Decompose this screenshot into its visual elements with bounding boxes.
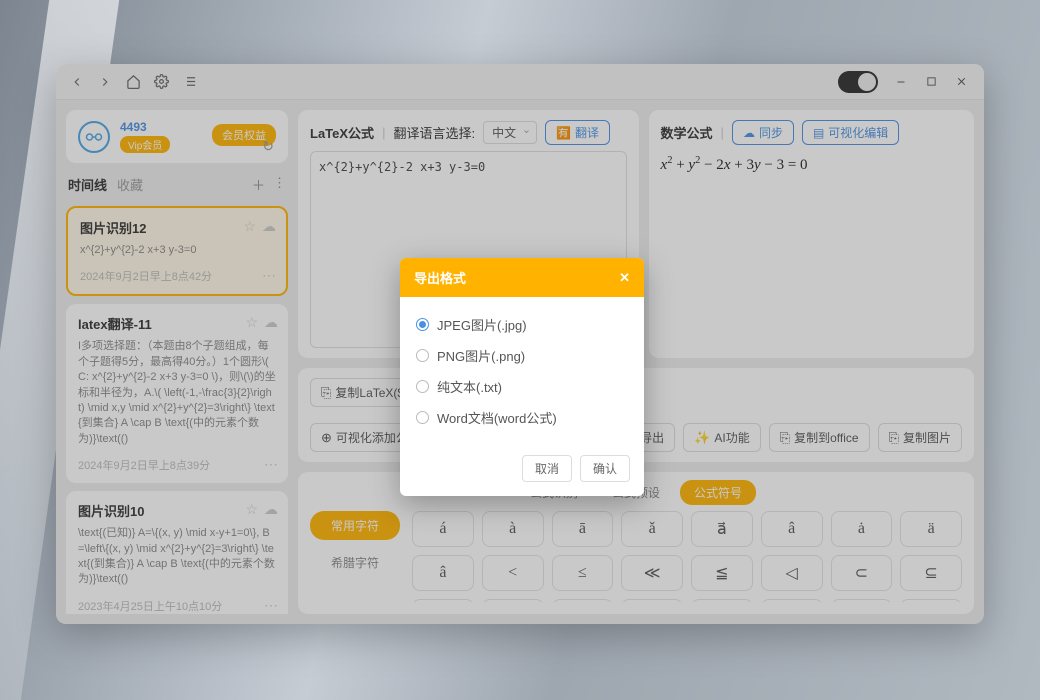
- radio-icon: [416, 318, 429, 331]
- radio-icon: [416, 380, 429, 393]
- modal-footer: 取消 确认: [400, 445, 644, 496]
- modal-title: 导出格式: [414, 268, 466, 287]
- modal-close-icon[interactable]: ✕: [619, 270, 630, 286]
- radio-icon: [416, 411, 429, 424]
- confirm-button[interactable]: 确认: [580, 455, 630, 482]
- export-option-label: 纯文本(.txt): [437, 377, 502, 396]
- modal-body: JPEG图片(.jpg) PNG图片(.png) 纯文本(.txt) Word文档(w…: [400, 297, 644, 445]
- export-option[interactable]: JPEG图片(.jpg): [416, 309, 628, 340]
- export-option[interactable]: PNG图片(.png): [416, 340, 628, 371]
- radio-icon: [416, 349, 429, 362]
- cancel-button[interactable]: 取消: [522, 455, 572, 482]
- export-modal: 导出格式 ✕ JPEG图片(.jpg) PNG图片(.png) 纯文本(.txt) W…: [400, 258, 644, 496]
- export-option-label: JPEG图片(.jpg): [437, 315, 527, 334]
- export-option-label: Word文档(word公式): [437, 408, 557, 427]
- export-option-label: PNG图片(.png): [437, 346, 525, 365]
- modal-header: 导出格式 ✕: [400, 258, 644, 297]
- export-option[interactable]: Word文档(word公式): [416, 402, 628, 433]
- export-option[interactable]: 纯文本(.txt): [416, 371, 628, 402]
